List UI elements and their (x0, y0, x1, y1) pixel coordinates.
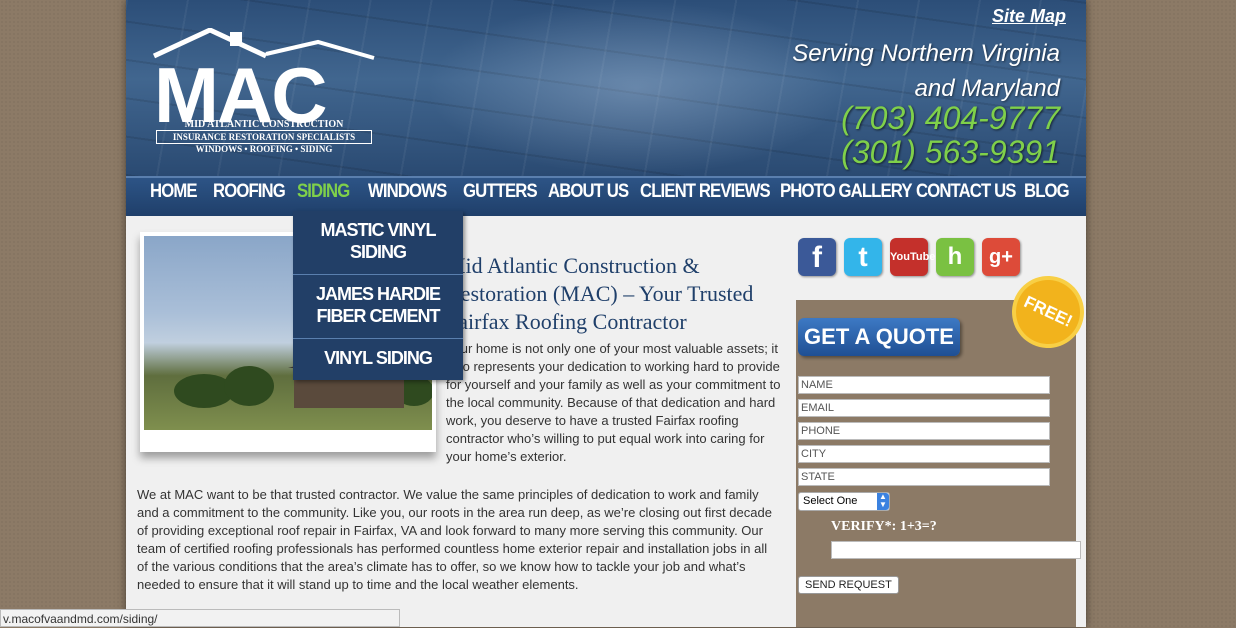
intro-paragraph: Your home is not only one of your most v… (446, 341, 781, 464)
email-field[interactable]: EMAIL (798, 399, 1050, 417)
nav-about-us[interactable]: ABOUT US (548, 181, 629, 203)
verify-input[interactable] (831, 541, 1081, 559)
main-nav: HOME ROOFING SIDING WINDOWS GUTTERS ABOU… (126, 176, 1086, 216)
phone-number-va[interactable]: (703) 404-9777 (740, 100, 1060, 137)
site-header: MAC MID ATLANTIC CONSTRUCTION INSURANCE … (126, 0, 1086, 176)
chevron-updown-icon: ▲ ▼ (877, 493, 889, 510)
twitter-icon[interactable]: t (844, 238, 882, 276)
nav-contact-us[interactable]: CONTACT US (916, 181, 1016, 203)
site-map-link[interactable]: Site Map (992, 6, 1066, 27)
siding-dropdown-menu: MASTIC VINYL SIDING JAMES HARDIE FIBER C… (293, 211, 463, 380)
nav-windows[interactable]: WINDOWS (368, 181, 447, 203)
phone-number-md[interactable]: (301) 563-9391 (740, 134, 1060, 171)
state-field[interactable]: STATE (798, 468, 1050, 486)
dropdown-item-mastic-vinyl-siding[interactable]: MASTIC VINYL SIDING (293, 211, 463, 275)
logo-services: WINDOWS • ROOFING • SIDING (195, 144, 333, 154)
service-select-value: Select One (803, 495, 858, 507)
quote-form: GET A QUOTE FREE! NAME EMAIL PHONE CITY … (796, 269, 1091, 627)
google-plus-icon[interactable]: g+ (982, 238, 1020, 276)
nav-client-reviews[interactable]: CLIENT REVIEWS (640, 181, 771, 203)
free-badge: FREE! (1005, 269, 1091, 355)
nav-siding[interactable]: SIDING (297, 181, 350, 203)
verify-label: VERIFY*: 1+3=? (831, 519, 937, 534)
name-field[interactable]: NAME (798, 376, 1050, 394)
send-request-button[interactable]: SEND REQUEST (798, 576, 899, 594)
logo-tagline: INSURANCE RESTORATION SPECIALISTS (156, 130, 372, 144)
serving-area: Serving Northern Virginia and Maryland (740, 36, 1060, 106)
nav-blog[interactable]: BLOG (1024, 181, 1070, 203)
houzz-icon[interactable]: h (936, 238, 974, 276)
page-heading: Mid Atlantic Construction & Restoration … (446, 253, 754, 334)
city-field[interactable]: CITY (798, 445, 1050, 463)
browser-status-bar: v.macofvaandmd.com/siding/ (0, 609, 400, 627)
nav-gutters[interactable]: GUTTERS (463, 181, 538, 203)
body-paragraph: We at MAC want to be that trusted contra… (137, 487, 772, 592)
dropdown-item-james-hardie[interactable]: JAMES HARDIE FIBER CEMENT (293, 275, 463, 339)
dropdown-item-vinyl-siding[interactable]: VINYL SIDING (293, 339, 463, 380)
nav-home[interactable]: HOME (150, 181, 198, 203)
youtube-icon[interactable]: YouTube (890, 238, 935, 276)
mac-logo[interactable]: MAC MID ATLANTIC CONSTRUCTION INSURANCE … (148, 28, 378, 158)
nav-roofing[interactable]: ROOFING (213, 181, 286, 203)
facebook-icon[interactable]: f (798, 238, 836, 276)
serving-line-1: Serving Northern Virginia (792, 40, 1060, 67)
page-container: MAC MID ATLANTIC CONSTRUCTION INSURANCE … (126, 0, 1091, 627)
logo-company-name: MID ATLANTIC CONSTRUCTION (184, 119, 344, 130)
phone-field[interactable]: PHONE (798, 422, 1050, 440)
get-a-quote-button[interactable]: GET A QUOTE (798, 318, 960, 356)
nav-photo-gallery[interactable]: PHOTO GALLERY (780, 181, 913, 203)
service-select[interactable]: Select One ▲ ▼ (798, 492, 890, 511)
